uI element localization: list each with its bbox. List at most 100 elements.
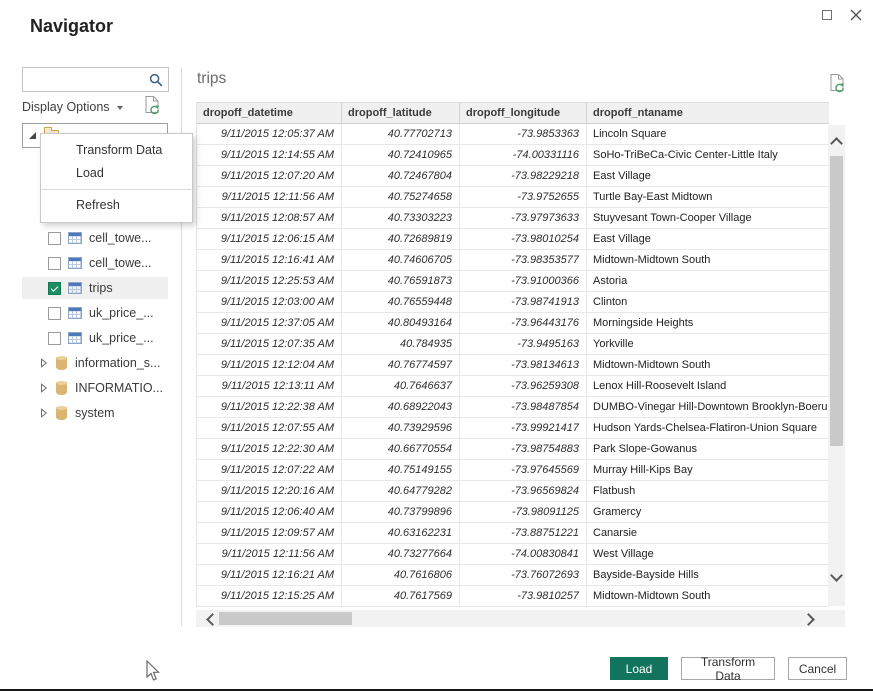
display-options-dropdown[interactable]: Display Options <box>22 98 123 116</box>
tree-item-checkbox[interactable] <box>48 257 61 270</box>
table-cell: West Village <box>587 544 829 564</box>
table-cell: 40.7616806 <box>342 565 460 585</box>
table-cell: 9/11/2015 12:14:55 AM <box>197 145 342 165</box>
table-cell: 9/11/2015 12:11:56 AM <box>197 544 342 564</box>
menu-item-transform-data[interactable]: Transform Data <box>41 139 192 162</box>
table-cell: -73.91000366 <box>460 271 587 291</box>
table-body: 9/11/2015 12:05:37 AM40.77702713-73.9853… <box>197 124 829 607</box>
search-input[interactable] <box>23 68 149 91</box>
table-row: 9/11/2015 12:11:56 AM40.73277664-74.0083… <box>197 544 829 565</box>
table-cell: 40.7646637 <box>342 376 460 396</box>
table-cell: -73.9495163 <box>460 334 587 354</box>
database-icon <box>56 357 67 370</box>
table-cell: 9/11/2015 12:09:57 AM <box>197 523 342 543</box>
chevron-right-icon[interactable] <box>40 383 48 393</box>
table-cell: Astoria <box>587 271 829 291</box>
table-cell: 40.72689819 <box>342 229 460 249</box>
table-cell: -73.97973633 <box>460 208 587 228</box>
tree-item-cell-towe[interactable]: cell_towe... <box>22 227 168 249</box>
chevron-left-icon <box>206 613 219 626</box>
table-cell: Midtown-Midtown South <box>587 586 829 606</box>
table-cell: 40.66770554 <box>342 439 460 459</box>
table-cell: 9/11/2015 12:07:20 AM <box>197 166 342 186</box>
table-row: 9/11/2015 12:09:57 AM40.63162231-73.8875… <box>197 523 829 544</box>
table-header: dropoff_datetimedropoff_latitudedropoff_… <box>197 102 829 124</box>
table-cell: -74.00830841 <box>460 544 587 564</box>
transform-data-button[interactable]: Transform Data <box>681 657 775 680</box>
tree-item-checkbox[interactable] <box>48 232 61 245</box>
tree-item-system[interactable]: system <box>22 402 168 424</box>
horizontal-scrollbar-thumb[interactable] <box>219 612 352 625</box>
tree-item-uk-price[interactable]: uk_price_... <box>22 327 168 349</box>
table-cell: -73.98091125 <box>460 502 587 522</box>
menu-item-load[interactable]: Load <box>41 162 192 185</box>
scroll-right-button[interactable] <box>804 615 813 624</box>
table-cell: 9/11/2015 12:13:11 AM <box>197 376 342 396</box>
vertical-scrollbar-thumb[interactable] <box>830 156 843 446</box>
table-cell: Yorkville <box>587 334 829 354</box>
preview-refresh-button[interactable] <box>829 73 846 94</box>
table-cell: -73.98754883 <box>460 439 587 459</box>
tree-item-information-s[interactable]: information_s... <box>22 352 168 374</box>
display-options-label: Display Options <box>22 100 110 114</box>
chevron-down-icon <box>830 569 843 582</box>
table-cell: 9/11/2015 12:16:21 AM <box>197 565 342 585</box>
table-row: 9/11/2015 12:05:37 AM40.77702713-73.9853… <box>197 124 829 145</box>
tree-item-uk-price[interactable]: uk_price_... <box>22 302 168 324</box>
table-cell: Murray Hill-Kips Bay <box>587 460 829 480</box>
table-icon <box>68 257 82 269</box>
table-cell: -73.9810257 <box>460 586 587 606</box>
tree-item-informatio[interactable]: INFORMATIO... <box>22 377 168 399</box>
tree-item-checkbox[interactable] <box>48 282 61 295</box>
table-cell: 40.73799896 <box>342 502 460 522</box>
table-icon <box>68 282 82 294</box>
table-cell: 9/11/2015 12:37:05 AM <box>197 313 342 333</box>
table-cell: 9/11/2015 12:07:35 AM <box>197 334 342 354</box>
table-cell: 9/11/2015 12:22:38 AM <box>197 397 342 417</box>
chevron-right-icon[interactable] <box>40 358 48 368</box>
maximize-button[interactable] <box>817 5 837 25</box>
table-cell: 40.74606705 <box>342 250 460 270</box>
table-cell: 40.76591873 <box>342 271 460 291</box>
file-refresh-icon <box>144 95 161 116</box>
table-cell: Clinton <box>587 292 829 312</box>
table-cell: -74.00331116 <box>460 145 587 165</box>
tree-item-trips[interactable]: trips <box>22 277 168 299</box>
search-box[interactable] <box>22 67 169 92</box>
table-cell: Flatbush <box>587 481 829 501</box>
table-icon <box>68 307 82 319</box>
refresh-schema-button[interactable] <box>144 95 161 116</box>
horizontal-scrollbar[interactable] <box>196 610 845 627</box>
table-cell: 9/11/2015 12:12:04 AM <box>197 355 342 375</box>
cancel-button[interactable]: Cancel <box>788 657 847 680</box>
tree-item-label: uk_price_... <box>89 331 154 345</box>
table-cell: -73.97645569 <box>460 460 587 480</box>
scroll-down-button[interactable] <box>832 571 841 580</box>
tree-item-cell-towe[interactable]: cell_towe... <box>22 252 168 274</box>
table-cell: -73.88751221 <box>460 523 587 543</box>
vertical-scrollbar[interactable] <box>828 125 845 606</box>
table-cell: 9/11/2015 12:25:53 AM <box>197 271 342 291</box>
table-cell: -73.9752655 <box>460 187 587 207</box>
menu-item-refresh[interactable]: Refresh <box>41 194 192 217</box>
table-cell: Midtown-Midtown South <box>587 250 829 270</box>
table-row: 9/11/2015 12:22:30 AM40.66770554-73.9875… <box>197 439 829 460</box>
table-cell: Lenox Hill-Roosevelt Island <box>587 376 829 396</box>
table-cell: 9/11/2015 12:05:37 AM <box>197 124 342 144</box>
table-cell: 40.77702713 <box>342 124 460 144</box>
table-cell: 40.72410965 <box>342 145 460 165</box>
chevron-right-icon[interactable] <box>40 408 48 418</box>
scroll-left-button[interactable] <box>208 615 217 624</box>
tree-item-checkbox[interactable] <box>48 307 61 320</box>
load-button[interactable]: Load <box>610 657 668 680</box>
table-cell: 9/11/2015 12:06:40 AM <box>197 502 342 522</box>
scroll-up-button[interactable] <box>832 139 841 148</box>
table-cell: -73.98134613 <box>460 355 587 375</box>
close-button[interactable] <box>846 5 866 25</box>
table-row: 9/11/2015 12:03:00 AM40.76559448-73.9874… <box>197 292 829 313</box>
search-icon <box>149 73 163 87</box>
table-row: 9/11/2015 12:14:55 AM40.72410965-74.0033… <box>197 145 829 166</box>
tree-item-checkbox[interactable] <box>48 332 61 345</box>
table-row: 9/11/2015 12:25:53 AM40.76591873-73.9100… <box>197 271 829 292</box>
table-cell: Park Slope-Gowanus <box>587 439 829 459</box>
